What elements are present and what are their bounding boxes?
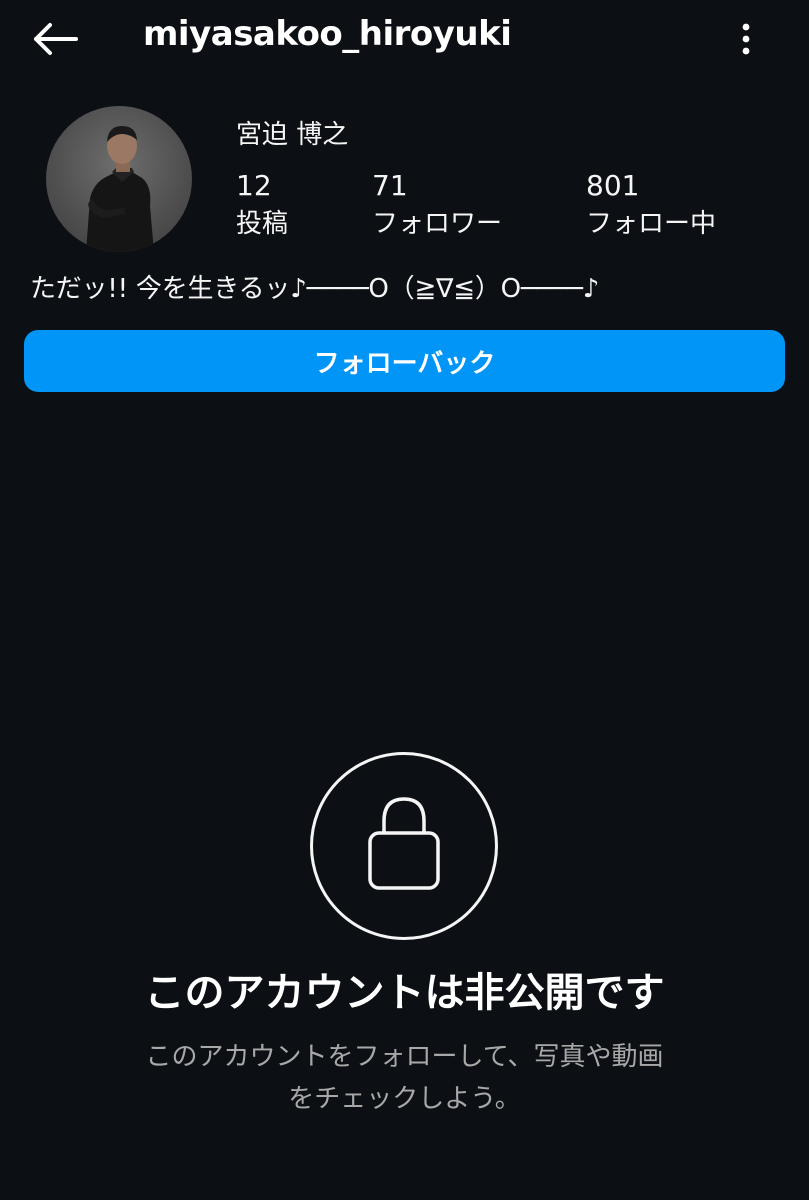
top-bar: miyasakoo_hiroyuki (0, 0, 809, 80)
following-stat[interactable]: 801 フォロー中 (586, 168, 716, 244)
more-options-button[interactable] (724, 16, 768, 62)
posts-count: 12 (236, 169, 272, 202)
arrow-left-icon (34, 23, 78, 55)
lock-badge (310, 752, 498, 940)
following-count: 801 (586, 169, 640, 202)
followers-label: フォロワー (372, 209, 503, 239)
profile-bio: ただッ!! 今を生きるッ♪────O（≧∇≦）O────♪ (30, 274, 600, 304)
lock-icon (368, 797, 440, 890)
avatar-photo (86, 126, 154, 252)
private-description-line-2: をチェックしよう。 (288, 1084, 521, 1114)
follow-back-button[interactable]: フォローバック (24, 330, 785, 392)
profile-username: miyasakoo_hiroyuki (143, 14, 512, 54)
followers-count: 71 (372, 169, 408, 202)
private-description-line-1: このアカウントをフォローして、写真や動画 (145, 1042, 664, 1072)
posts-label: 投稿 (236, 209, 289, 239)
private-account-description: このアカウントをフォローして、写真や動画 をチェックしよう。 (130, 1036, 679, 1120)
display-name: 宮迫 博之 (236, 120, 349, 150)
profile-avatar[interactable] (46, 106, 192, 252)
more-vertical-icon (742, 23, 750, 55)
posts-stat: 12 投稿 (236, 168, 288, 244)
back-button[interactable] (26, 16, 84, 62)
private-account-title: このアカウントは非公開です (144, 970, 665, 1016)
followers-stat[interactable]: 71 フォロワー (372, 168, 502, 244)
following-label: フォロー中 (586, 209, 717, 239)
